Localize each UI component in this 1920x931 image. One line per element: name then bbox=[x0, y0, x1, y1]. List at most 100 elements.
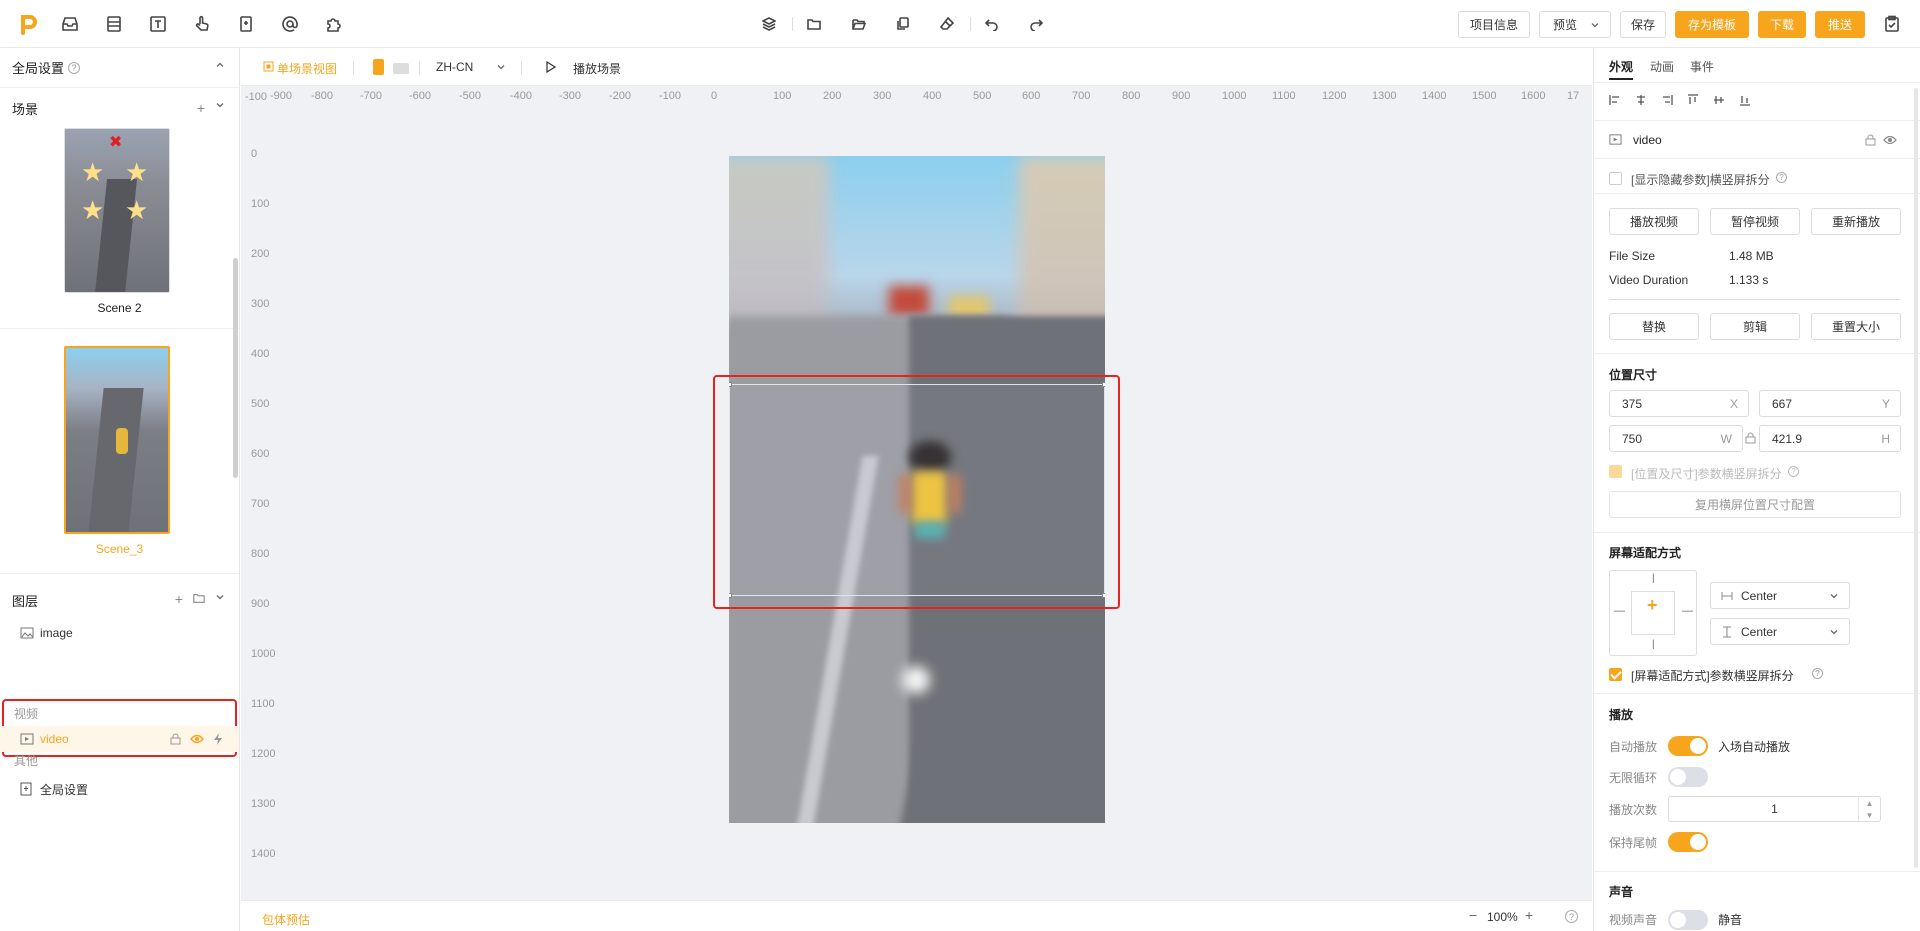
anchor-picker[interactable]: + | | — — bbox=[1609, 570, 1697, 656]
add-layer-icon[interactable]: + bbox=[175, 591, 183, 607]
help-icon[interactable]: ? bbox=[1565, 910, 1578, 923]
crop-button[interactable]: 剪辑 bbox=[1710, 313, 1800, 340]
x-input[interactable]: 375 X bbox=[1609, 390, 1749, 417]
play-video-button[interactable]: 播放视频 bbox=[1609, 208, 1699, 235]
stepper-arrows[interactable]: ▲ ▼ bbox=[1858, 797, 1880, 821]
push-button[interactable]: 推送 bbox=[1815, 11, 1865, 38]
align-center-h-icon[interactable] bbox=[1635, 94, 1647, 106]
global-settings-header[interactable]: 全局设置 ? bbox=[0, 48, 239, 88]
show-hidden-checkbox[interactable] bbox=[1609, 172, 1622, 185]
save-template-button[interactable]: 存为模板 bbox=[1675, 11, 1749, 38]
ruler-tick-label: 700 bbox=[1072, 90, 1091, 102]
zoom-in-button[interactable]: + bbox=[1525, 907, 1533, 923]
folder-icon[interactable] bbox=[193, 592, 205, 604]
preview-dropdown[interactable]: 预览 bbox=[1539, 11, 1611, 38]
single-scene-icon bbox=[263, 61, 274, 72]
align-center-v-icon[interactable] bbox=[1713, 94, 1725, 106]
redo-icon[interactable] bbox=[1027, 15, 1045, 33]
layer-row-image[interactable]: image bbox=[0, 620, 239, 646]
copy-icon[interactable] bbox=[894, 15, 912, 33]
layer-label: video bbox=[40, 732, 69, 746]
layer-row-global[interactable]: 全局设置 bbox=[0, 776, 239, 802]
autoplay-label: 自动播放 bbox=[1609, 740, 1658, 754]
video-sound-toggle[interactable] bbox=[1668, 910, 1708, 930]
layers-icon[interactable] bbox=[760, 15, 778, 33]
undo-icon[interactable] bbox=[983, 15, 1001, 33]
loop-toggle[interactable] bbox=[1668, 767, 1708, 787]
tab-events[interactable]: 事件 bbox=[1690, 58, 1714, 75]
add-scene-icon[interactable]: + bbox=[197, 100, 205, 116]
position-title: 位置尺寸 bbox=[1609, 368, 1658, 382]
fit-vertical-select[interactable]: Center bbox=[1710, 618, 1850, 645]
reuse-landscape-button[interactable]: 复用横屏位置尺寸配置 bbox=[1609, 491, 1901, 518]
package-estimate-link[interactable]: 包体预估 bbox=[262, 911, 310, 928]
clipboard-check-icon[interactable] bbox=[1880, 12, 1904, 36]
fit-horizontal-select[interactable]: Center bbox=[1710, 582, 1850, 609]
lightning-icon[interactable] bbox=[213, 732, 223, 746]
reset-size-button[interactable]: 重置大小 bbox=[1811, 313, 1901, 340]
chevron-up-icon[interactable] bbox=[215, 60, 225, 70]
at-icon[interactable] bbox=[278, 12, 302, 36]
star-icon: ★ bbox=[125, 195, 149, 225]
play-icon[interactable] bbox=[546, 61, 556, 73]
y-input[interactable]: 667 Y bbox=[1759, 390, 1901, 417]
layer-group-other[interactable]: 其他 bbox=[0, 751, 239, 769]
tab-appearance[interactable]: 外观 bbox=[1609, 58, 1633, 75]
lock-icon[interactable] bbox=[1865, 134, 1876, 146]
ruler-tick-label: -700 bbox=[360, 90, 383, 102]
align-top-icon[interactable] bbox=[1687, 94, 1699, 106]
save-button[interactable]: 保存 bbox=[1620, 11, 1666, 38]
help-icon: ? bbox=[1776, 172, 1787, 183]
eye-icon[interactable] bbox=[190, 733, 204, 745]
inbox-icon[interactable] bbox=[58, 12, 82, 36]
file-size-value: 1.48 MB bbox=[1729, 249, 1774, 263]
play-scene-button[interactable]: 播放场景 bbox=[573, 60, 621, 77]
eye-icon[interactable] bbox=[1883, 134, 1897, 146]
scenes-scrollbar[interactable] bbox=[233, 258, 238, 478]
chevron-down-icon[interactable] bbox=[215, 100, 225, 110]
layout-icon[interactable] bbox=[102, 12, 126, 36]
scene-thumbnail-scene-2[interactable]: ✖ ★ ★ ★ ★ bbox=[64, 128, 170, 293]
w-input[interactable]: 750 W bbox=[1609, 425, 1743, 452]
tab-animation[interactable]: 动画 bbox=[1650, 58, 1674, 75]
page-icon[interactable] bbox=[234, 12, 258, 36]
landscape-orientation-button[interactable] bbox=[393, 63, 409, 74]
position-split-checkbox[interactable] bbox=[1609, 465, 1622, 478]
folder-open-icon[interactable] bbox=[850, 15, 868, 33]
text-icon[interactable] bbox=[146, 12, 170, 36]
fit-split-checkbox[interactable] bbox=[1609, 668, 1622, 681]
lock-icon[interactable] bbox=[170, 733, 181, 745]
right-panel-scrollbar[interactable] bbox=[1914, 88, 1918, 868]
help-icon: ? bbox=[1788, 466, 1799, 477]
language-select[interactable]: ZH-CN bbox=[436, 60, 473, 74]
eraser-icon[interactable] bbox=[938, 15, 956, 33]
layer-row-video[interactable]: video bbox=[0, 726, 239, 752]
project-info-button[interactable]: 项目信息 bbox=[1458, 11, 1530, 38]
portrait-orientation-button[interactable] bbox=[373, 59, 384, 75]
gesture-icon[interactable] bbox=[190, 12, 214, 36]
keep-last-frame-toggle[interactable] bbox=[1668, 832, 1708, 852]
autoplay-toggle[interactable] bbox=[1668, 736, 1708, 756]
ruler-tick-label: 1500 bbox=[1472, 90, 1497, 102]
plugin-icon[interactable] bbox=[322, 12, 346, 36]
layer-group-video[interactable]: 视频 bbox=[0, 700, 239, 726]
zoom-out-button[interactable]: − bbox=[1469, 907, 1477, 923]
ruler-tick-label: 300 bbox=[873, 90, 892, 102]
chevron-down-icon[interactable] bbox=[215, 592, 225, 602]
play-count-input[interactable]: 1 ▲ ▼ bbox=[1668, 796, 1881, 822]
ruler-tick-label: -200 bbox=[609, 90, 632, 102]
single-scene-view-toggle[interactable]: 单场景视图 bbox=[277, 60, 337, 77]
align-right-icon[interactable] bbox=[1661, 94, 1673, 106]
pause-video-button[interactable]: 暂停视频 bbox=[1710, 208, 1800, 235]
align-bottom-icon[interactable] bbox=[1739, 94, 1751, 106]
h-input[interactable]: 421.9 H bbox=[1759, 425, 1901, 452]
replay-button[interactable]: 重新播放 bbox=[1811, 208, 1901, 235]
ruler-tick-label: 17 bbox=[1567, 90, 1580, 102]
replace-button[interactable]: 替换 bbox=[1609, 313, 1699, 340]
download-button[interactable]: 下载 bbox=[1758, 11, 1806, 38]
align-left-icon[interactable] bbox=[1609, 94, 1621, 106]
chevron-down-icon[interactable] bbox=[496, 62, 506, 72]
folder-icon[interactable] bbox=[805, 15, 823, 33]
scene-thumbnail-scene-3[interactable] bbox=[64, 346, 170, 534]
lock-ratio-icon[interactable] bbox=[1745, 432, 1756, 444]
